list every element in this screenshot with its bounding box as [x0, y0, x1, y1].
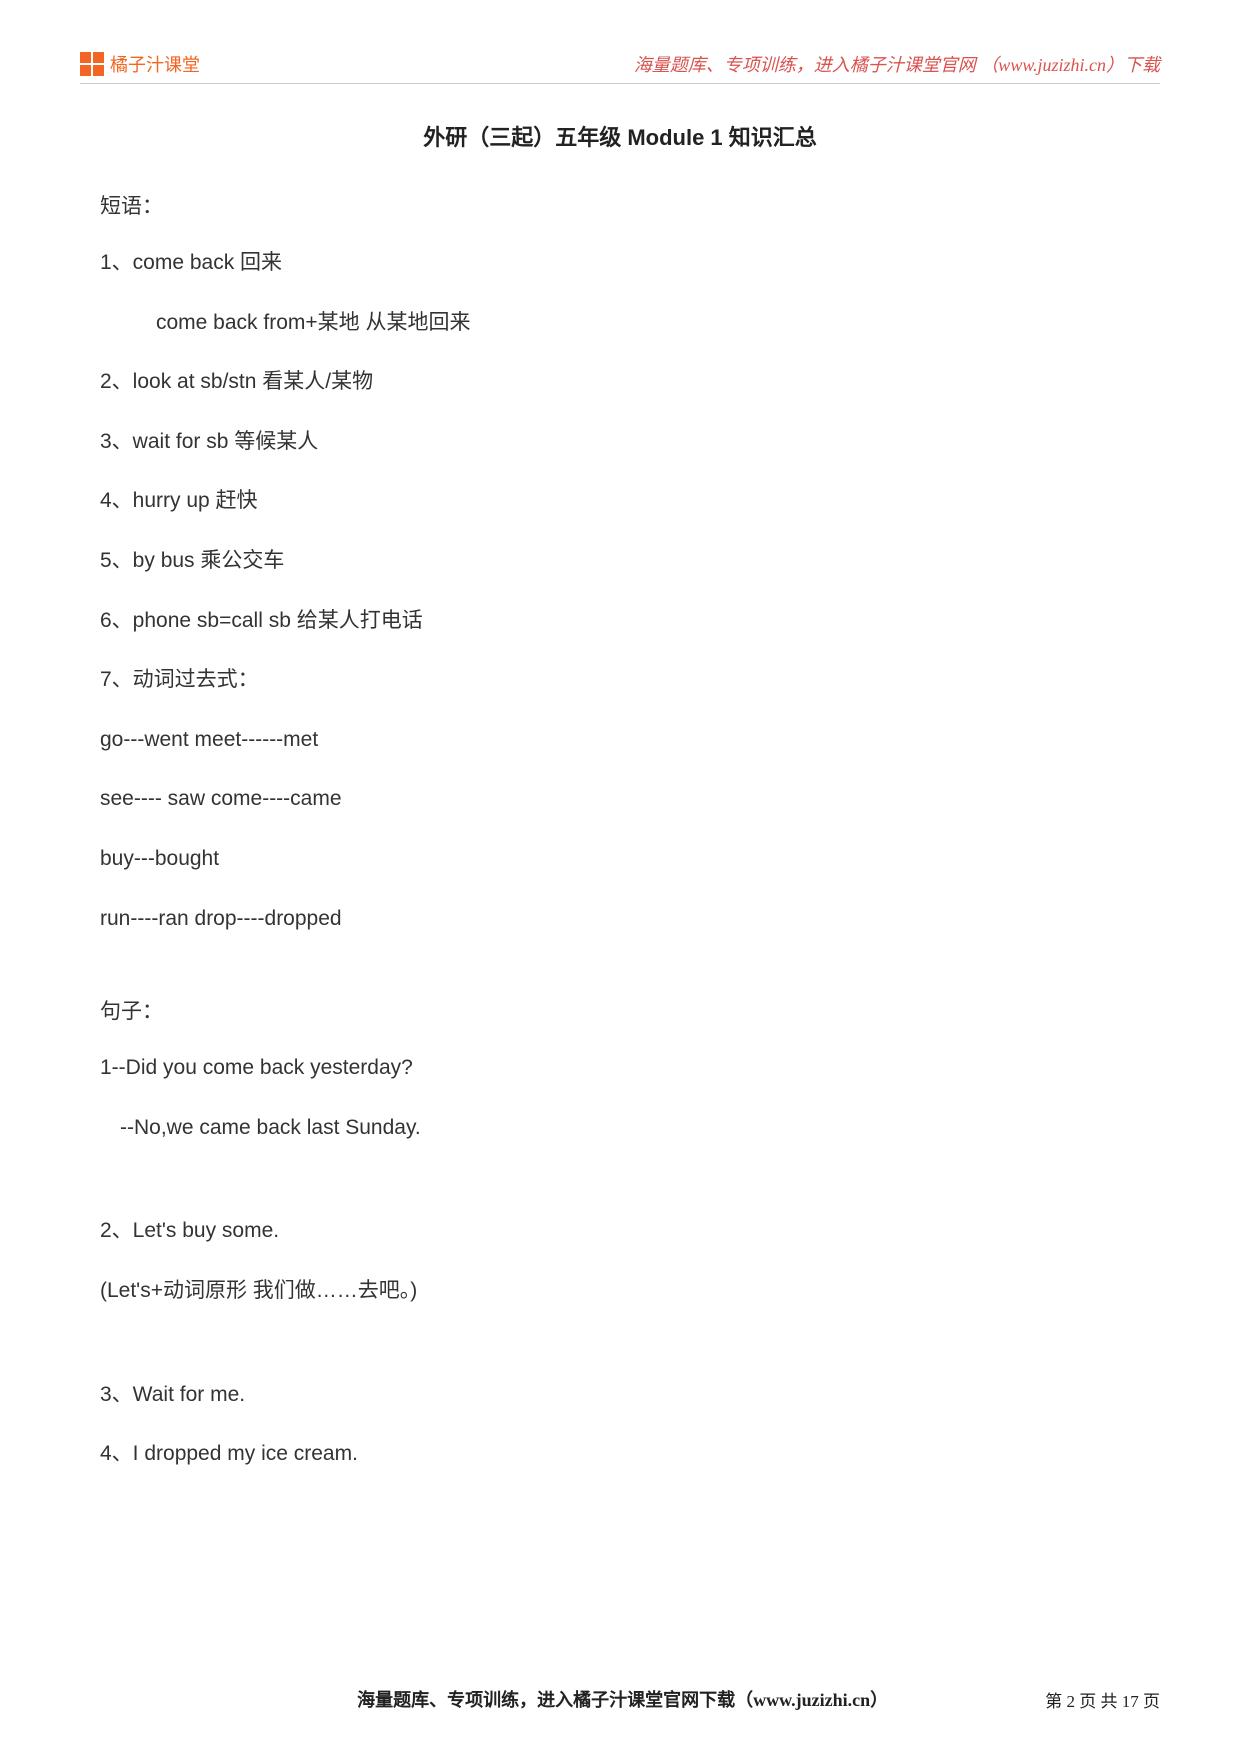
logo-icon: [80, 52, 104, 76]
phrase-line: come back from+某地 从某地回来: [100, 306, 1140, 340]
phrases-section-label: 短语：: [100, 190, 1140, 220]
phrase-line: buy---bought: [100, 842, 1140, 876]
document-body: 外研（三起）五年级 Module 1 知识汇总 短语： 1、come back …: [100, 120, 1140, 1497]
header-right-text: 海量题库、专项训练，进入橘子汁课堂官网 （www.juzizhi.cn）下载: [634, 51, 1160, 77]
sentence-line: 1--Did you come back yesterday?: [100, 1051, 1140, 1085]
phrase-line: 7、动词过去式：: [100, 663, 1140, 697]
page-footer: 海量题库、专项训练，进入橘子汁课堂官网下载（www.juzizhi.cn） 第 …: [80, 1686, 1160, 1712]
phrase-line: 5、by bus 乘公交车: [100, 544, 1140, 578]
phrase-line: 4、hurry up 赶快: [100, 484, 1140, 518]
phrase-line: 3、wait for sb 等候某人: [100, 425, 1140, 459]
sentence-line: 4、I dropped my ice cream.: [100, 1437, 1140, 1471]
phrase-line: run----ran drop----dropped: [100, 902, 1140, 936]
phrase-line: see---- saw come----came: [100, 782, 1140, 816]
footer-page-number: 第 2 页 共 17 页: [1045, 1687, 1160, 1712]
logo: 橘子汁课堂: [80, 51, 200, 77]
sentence-line: --No,we came back last Sunday.: [100, 1111, 1140, 1145]
phrase-line: 1、come back 回来: [100, 246, 1140, 280]
phrase-line: 6、phone sb=call sb 给某人打电话: [100, 604, 1140, 638]
sentences-section-label: 句子：: [100, 995, 1140, 1025]
document-title: 外研（三起）五年级 Module 1 知识汇总: [100, 120, 1140, 152]
page-header: 橘子汁课堂 海量题库、专项训练，进入橘子汁课堂官网 （www.juzizhi.c…: [80, 50, 1160, 84]
sentence-line: (Let's+动词原形 我们做……去吧。): [100, 1274, 1140, 1308]
sentence-line: 2、Let's buy some.: [100, 1214, 1140, 1248]
footer-center-text: 海量题库、专项训练，进入橘子汁课堂官网下载（www.juzizhi.cn）: [80, 1686, 1045, 1712]
phrase-line: go---went meet------met: [100, 723, 1140, 757]
phrase-line: 2、look at sb/stn 看某人/某物: [100, 365, 1140, 399]
logo-text: 橘子汁课堂: [110, 51, 200, 77]
sentence-line: 3、Wait for me.: [100, 1378, 1140, 1412]
